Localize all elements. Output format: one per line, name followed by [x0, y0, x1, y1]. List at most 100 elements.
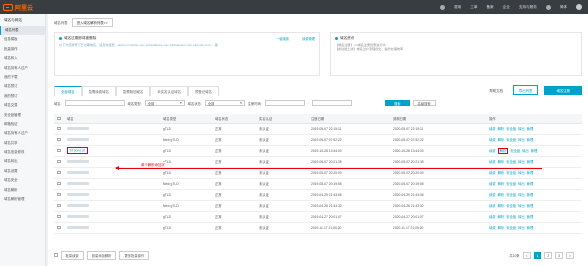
sidebar-item-resolve[interactable]: 域名解析 — [0, 186, 45, 195]
op-link-0[interactable]: 续费 — [489, 149, 496, 153]
sidebar-item-resolve-manage[interactable]: 域名解析管理 — [0, 195, 45, 204]
bell-icon[interactable] — [545, 4, 551, 10]
op-link-0[interactable]: 续费 — [489, 204, 496, 208]
op-link-3[interactable]: 转出 — [518, 204, 525, 208]
op-link-1[interactable]: 解析 — [498, 138, 505, 142]
domain-name-redacted[interactable] — [67, 127, 89, 131]
sidebar-item-settings[interactable]: 域名设置 — [0, 167, 45, 176]
row-checkbox[interactable] — [57, 170, 61, 175]
row-checkbox[interactable] — [57, 225, 61, 230]
op-link-3[interactable]: 转出 — [522, 149, 529, 153]
row-checkbox[interactable] — [57, 214, 61, 219]
sidebar-item-owner-change[interactable]: 域名持有人过户 — [0, 129, 45, 138]
topnav-icp[interactable]: 备案 — [486, 5, 493, 10]
date-start-input[interactable] — [264, 100, 305, 106]
op-link-3[interactable]: 转出 — [518, 160, 525, 164]
op-link-1[interactable]: 解析 — [498, 171, 505, 175]
export-list-button[interactable]: 导出列表 — [512, 85, 539, 95]
renew-manage-link[interactable]: 续费管理 — [302, 36, 315, 41]
op-link-0[interactable]: 续费 — [489, 182, 496, 186]
op-link-2[interactable]: 安全锁 — [506, 193, 516, 197]
op-link-1[interactable]: 解析 — [498, 182, 505, 186]
op-link-3[interactable]: 转出 — [518, 127, 525, 131]
op-link-2[interactable]: 安全锁 — [506, 127, 516, 131]
sidebar-item-transfer-out[interactable]: 域名转出 — [0, 157, 45, 166]
sidebar-item-email-verify[interactable]: 邮箱验证 — [0, 120, 45, 129]
topnav-tickets[interactable]: 工单 — [470, 5, 477, 10]
row-checkbox[interactable] — [57, 192, 61, 197]
op-link-4[interactable]: 管理 — [527, 171, 534, 175]
domain-name-redacted[interactable] — [67, 193, 89, 197]
search-button[interactable]: 搜索 — [384, 100, 410, 106]
footer-select-all-checkbox[interactable] — [54, 253, 58, 257]
op-link-4[interactable]: 管理 — [527, 204, 534, 208]
topnav-fees[interactable]: 费用 — [454, 5, 461, 10]
op-link-2[interactable]: 安全锁 — [506, 160, 516, 164]
sidebar-item-my-reserve[interactable]: 我的预订 — [0, 92, 45, 101]
op-link-3[interactable]: 转出 — [518, 226, 525, 230]
domain-name-redacted[interactable] — [67, 204, 89, 208]
avatar[interactable] — [576, 4, 582, 10]
domain-name-redacted[interactable] — [67, 182, 89, 186]
domain-search-input[interactable] — [64, 100, 125, 106]
op-link-0[interactable]: 续费 — [489, 138, 496, 142]
domain-name-redacted[interactable] — [67, 215, 89, 219]
topnav-support[interactable]: 支持与服务 — [519, 5, 537, 10]
one-click-renew-link[interactable]: 一键续费 — [276, 36, 289, 41]
domain-name-redacted[interactable] — [67, 160, 89, 164]
help-doc-button[interactable]: 帮助文档 — [485, 86, 507, 95]
sidebar-item-reserve[interactable]: 域名预订 — [0, 82, 45, 91]
domain-name-redacted[interactable] — [67, 171, 89, 175]
resolve-list-link[interactable]: 进入域名解析列表>> — [71, 18, 113, 27]
topnav-enterprise[interactable]: 企业 — [503, 5, 510, 10]
op-link-4[interactable]: 管理 — [527, 226, 534, 230]
page-2[interactable]: 2 — [544, 252, 553, 259]
row-checkbox[interactable] — [57, 203, 61, 208]
sidebar-item-batch[interactable]: 批量操作 — [0, 45, 45, 54]
op-link-4[interactable]: 管理 — [527, 127, 534, 131]
op-link-4[interactable]: 管理 — [527, 160, 534, 164]
register-domain-button[interactable]: 域名注册 — [544, 85, 582, 95]
sidebar-item-downloads[interactable]: 我的下载 — [0, 73, 45, 82]
sidebar-item-trade[interactable]: 域名交易 — [0, 101, 45, 110]
op-link-1[interactable]: 解析 — [497, 148, 509, 154]
op-link-2[interactable]: 安全锁 — [506, 138, 516, 142]
page-3[interactable]: 3 — [555, 252, 564, 259]
op-link-0[interactable]: 续费 — [489, 127, 496, 131]
page-prev[interactable]: < — [522, 252, 531, 259]
row-checkbox[interactable] — [57, 126, 61, 131]
op-link-1[interactable]: 解析 — [498, 193, 505, 197]
op-link-0[interactable]: 续费 — [489, 193, 496, 197]
advanced-search-button[interactable]: 高级搜索 — [412, 100, 436, 106]
row-checkbox[interactable] — [57, 159, 61, 164]
op-link-2[interactable]: 安全锁 — [510, 149, 520, 153]
op-link-3[interactable]: 转出 — [518, 182, 525, 186]
op-link-2[interactable]: 安全锁 — [506, 215, 516, 219]
domain-name-redacted[interactable] — [67, 226, 89, 230]
search-icon[interactable] — [440, 4, 446, 10]
sidebar-item-security[interactable]: 域名安全 — [0, 176, 45, 185]
op-link-4[interactable]: 管理 — [527, 193, 534, 197]
tab-renew-urgent[interactable]: 急需续费域名 — [81, 86, 116, 96]
sidebar-item-security-lock[interactable]: 安全锁管理 — [0, 111, 45, 120]
tab-unverified[interactable]: 未实名认证域名 — [150, 86, 188, 96]
select-all-checkbox[interactable] — [57, 116, 61, 121]
domain-type-select[interactable]: 全部 ▾ — [144, 100, 185, 106]
op-link-0[interactable]: 续费 — [489, 171, 496, 175]
op-link-3[interactable]: 转出 — [518, 171, 525, 175]
op-link-2[interactable]: 安全锁 — [506, 171, 516, 175]
row-checkbox[interactable] — [57, 148, 61, 153]
tab-all-domains[interactable]: 全部域名 — [54, 86, 82, 96]
op-link-1[interactable]: 解析 — [498, 215, 505, 219]
sidebar-item-domain-list[interactable]: 域名列表 — [0, 26, 45, 36]
sidebar-item-transfer-in[interactable]: 域名转入 — [0, 54, 45, 63]
row-checkbox[interactable] — [57, 137, 61, 142]
tab-redeem-urgent[interactable]: 急需赎回域名 — [115, 86, 151, 96]
op-link-2[interactable]: 安全锁 — [506, 182, 516, 186]
op-link-1[interactable]: 解析 — [498, 127, 505, 131]
op-link-0[interactable]: 续费 — [489, 226, 496, 230]
op-link-1[interactable]: 解析 — [498, 204, 505, 208]
op-link-2[interactable]: 安全锁 — [506, 226, 516, 230]
row-checkbox[interactable] — [57, 181, 61, 186]
topnav-language[interactable]: 简体 — [560, 5, 567, 10]
